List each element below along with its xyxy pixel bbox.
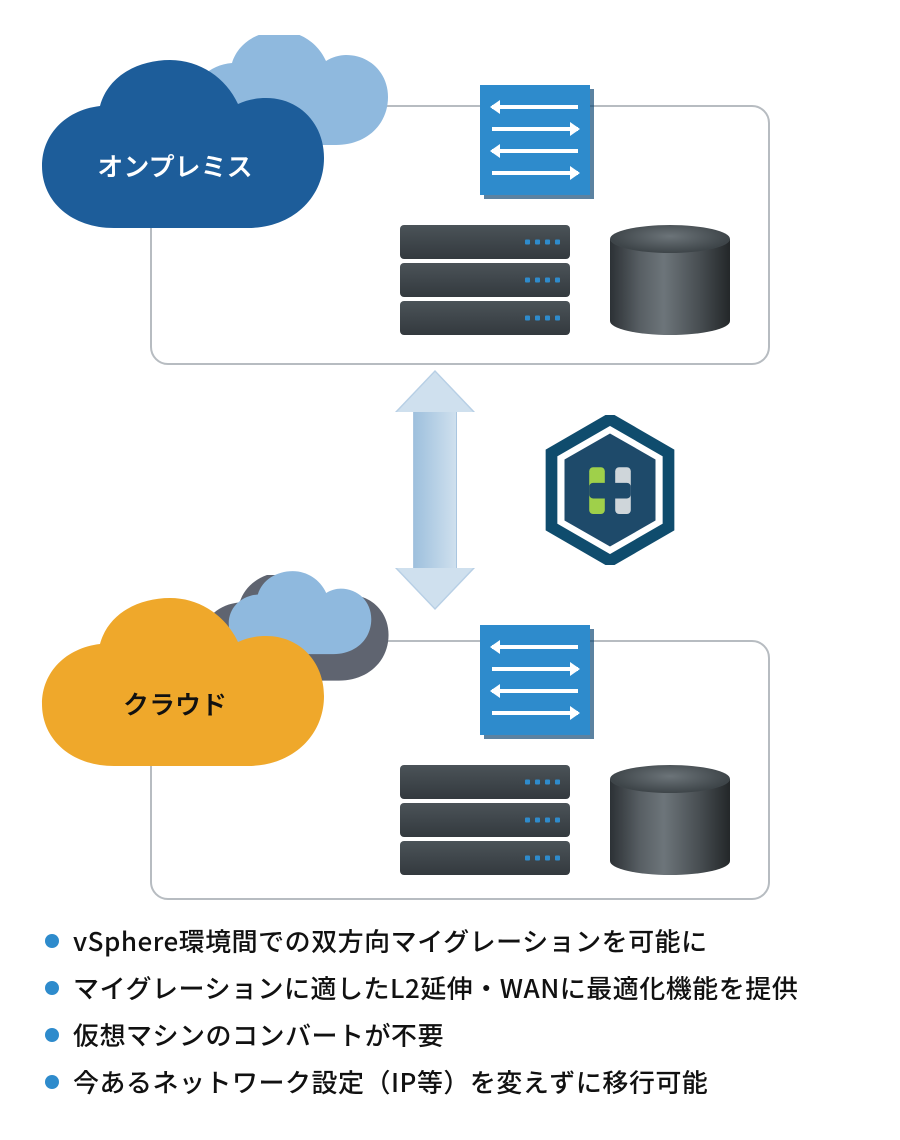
storage-cylinder-icon xyxy=(610,225,730,335)
feature-bullet-item: マイグレーションに適したL2延伸・WANに最適化機能を提供 xyxy=(45,969,870,1006)
feature-bullet-item: vSphere環境間での双方向マイグレーションを可能に xyxy=(45,922,870,959)
onprem-cloud-label: オンプレミス xyxy=(70,147,280,184)
network-switch-icon xyxy=(480,625,590,735)
hcx-hexagon-icon xyxy=(545,415,675,565)
feature-bullet-item: 仮想マシンのコンバートが不要 xyxy=(45,1016,870,1053)
feature-bullet-item: 今あるネットワーク設定（IP等）を変えずに移行可能 xyxy=(45,1063,870,1100)
bidirectional-arrow-icon xyxy=(395,370,475,610)
feature-bullet-list: vSphere環境間での双方向マイグレーションを可能に マイグレーションに適した… xyxy=(45,912,870,1110)
server-stack-icon xyxy=(400,225,570,339)
diagram-canvas: オンプレミス xyxy=(0,0,900,1140)
server-stack-icon xyxy=(400,765,570,879)
cloud-cloud-label: クラウド xyxy=(70,685,280,722)
network-switch-icon xyxy=(480,85,590,195)
storage-cylinder-icon xyxy=(610,765,730,875)
